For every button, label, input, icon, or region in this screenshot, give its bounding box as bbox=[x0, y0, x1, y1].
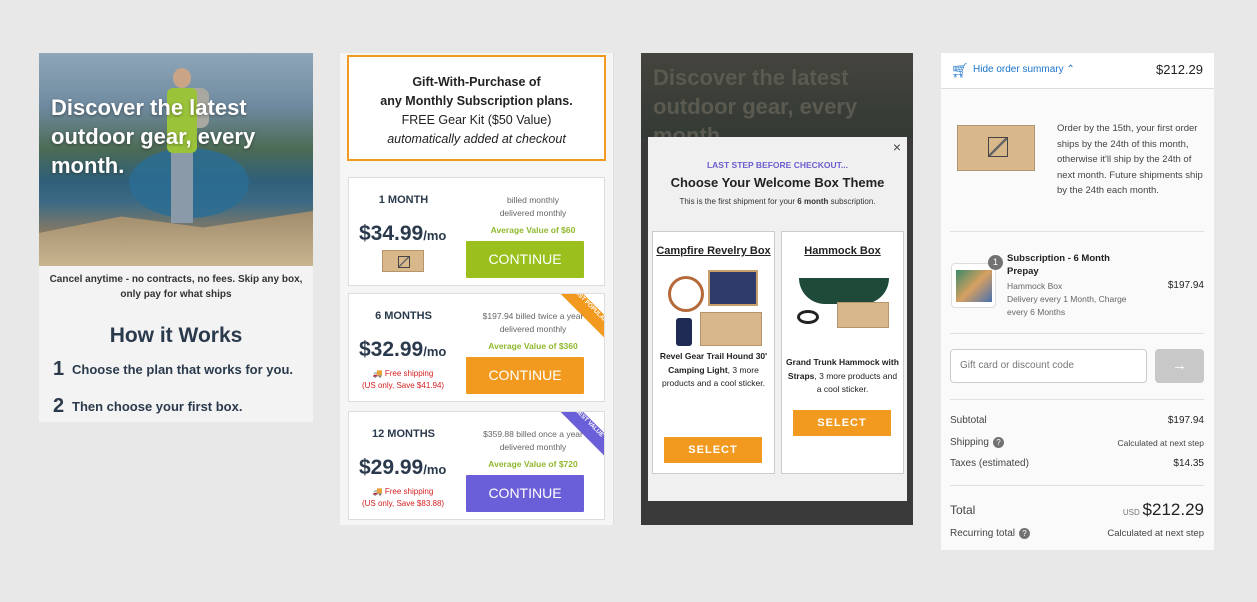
line-item-title: Subscription - 6 Month Prepay bbox=[1007, 253, 1110, 277]
apply-discount-button[interactable]: → bbox=[1155, 349, 1204, 383]
plans-panel: Gift-With-Purchase of any Monthly Subscr… bbox=[340, 53, 614, 525]
line-item-details: Hammock Box Delivery every 1 Month, Charg… bbox=[1007, 281, 1127, 317]
modal-title: Choose Your Welcome Box Theme bbox=[670, 175, 885, 190]
how-it-works-title: How it Works bbox=[109, 324, 243, 347]
theme-card-hammock[interactable]: Hammock Box Grand Trunk Hammock with Str… bbox=[781, 231, 904, 474]
free-shipping-note: 🚚 Free shipping (US only, Save $41.94) bbox=[361, 369, 445, 390]
order-summary-header[interactable]: 🛒︎ Hide order summary ⌃ $212.29 bbox=[941, 53, 1214, 89]
recurring-total-row: Recurring total? Calculated at next step bbox=[950, 528, 1204, 540]
close-icon[interactable]: × bbox=[893, 139, 901, 155]
order-summary-panel: 🛒︎ Hide order summary ⌃ $212.29 Order by… bbox=[941, 53, 1214, 550]
select-hammock-button[interactable]: SELECT bbox=[793, 410, 891, 436]
modal-eyebrow: LAST STEP BEFORE CHECKOUT... bbox=[706, 160, 849, 170]
truck-icon: 🚚 bbox=[372, 487, 385, 496]
hero-headline: Discover the latest outdoor gear, every … bbox=[51, 95, 256, 178]
truck-icon: 🚚 bbox=[372, 369, 385, 378]
theme-modal-panel: Discover the latest outdoor gear, every … bbox=[641, 53, 913, 525]
welcome-box-modal: × LAST STEP BEFORE CHECKOUT... Choose Yo… bbox=[648, 137, 907, 501]
box-icon bbox=[382, 250, 424, 272]
plan-price: $32.99/mo bbox=[359, 338, 447, 361]
step-1: 1 Choose the plan that works for you. bbox=[53, 358, 294, 380]
box-image bbox=[957, 125, 1035, 171]
select-campfire-button[interactable]: SELECT bbox=[664, 437, 762, 463]
plan-price: $34.99/mo bbox=[359, 222, 447, 245]
plan-card-12-months: BEST VALUE 12 MONTHS $29.99/mo $359.88 b… bbox=[348, 411, 605, 520]
campfire-products-image bbox=[664, 268, 764, 350]
hide-order-summary-toggle[interactable]: Hide order summary ⌃ bbox=[973, 64, 1075, 75]
plan-card-1-month: 1 MONTH $34.99/mo billed monthly delivere… bbox=[348, 177, 605, 286]
continue-button-1-month[interactable]: CONTINUE bbox=[466, 241, 584, 278]
taxes-row: Taxes (estimated) $14.35 bbox=[950, 458, 1204, 469]
gift-banner: Gift-With-Purchase of any Monthly Subscr… bbox=[347, 55, 606, 161]
hammock-products-image bbox=[793, 272, 893, 354]
hero-image: Discover the latest outdoor gear, every … bbox=[39, 53, 313, 266]
discount-code-input[interactable]: Gift card or discount code bbox=[950, 349, 1147, 383]
cancel-note: Cancel anytime - no contracts, no fees. … bbox=[49, 274, 303, 300]
help-icon[interactable]: ? bbox=[1019, 528, 1031, 539]
free-shipping-note: 🚚 Free shipping (US only, Save $83.88) bbox=[361, 487, 445, 508]
step-2: 2 Then choose your first box. bbox=[53, 395, 243, 417]
shipping-schedule-note: Order by the 15th, your first order ship… bbox=[1057, 123, 1203, 196]
subtotal-row: Subtotal $197.94 bbox=[950, 415, 1204, 426]
product-thumbnail bbox=[951, 263, 996, 308]
header-total: $212.29 bbox=[1156, 62, 1203, 77]
plan-price: $29.99/mo bbox=[359, 456, 447, 479]
theme-card-campfire[interactable]: Campfire Revelry Box Revel Gear Trail Ho… bbox=[652, 231, 775, 474]
cart-icon: 🛒︎ bbox=[951, 62, 969, 78]
chevron-up-icon: ⌃ bbox=[1066, 64, 1075, 75]
line-item-price: $197.94 bbox=[1167, 280, 1204, 291]
plan-card-6-months: MOST POPULAR 6 MONTHS $32.99/mo $197.94 … bbox=[348, 293, 605, 402]
modal-subtitle: This is the first shipment for your 6 mo… bbox=[679, 197, 876, 206]
total-row: Total USD $212.29 bbox=[950, 500, 1204, 519]
continue-button-12-months[interactable]: CONTINUE bbox=[466, 475, 584, 512]
quantity-badge: 1 bbox=[988, 255, 1003, 270]
shipping-row: Shipping? Calculated at next step bbox=[950, 437, 1204, 449]
help-icon[interactable]: ? bbox=[992, 437, 1004, 448]
landing-panel: Discover the latest outdoor gear, every … bbox=[39, 53, 313, 422]
continue-button-6-months[interactable]: CONTINUE bbox=[466, 357, 584, 394]
